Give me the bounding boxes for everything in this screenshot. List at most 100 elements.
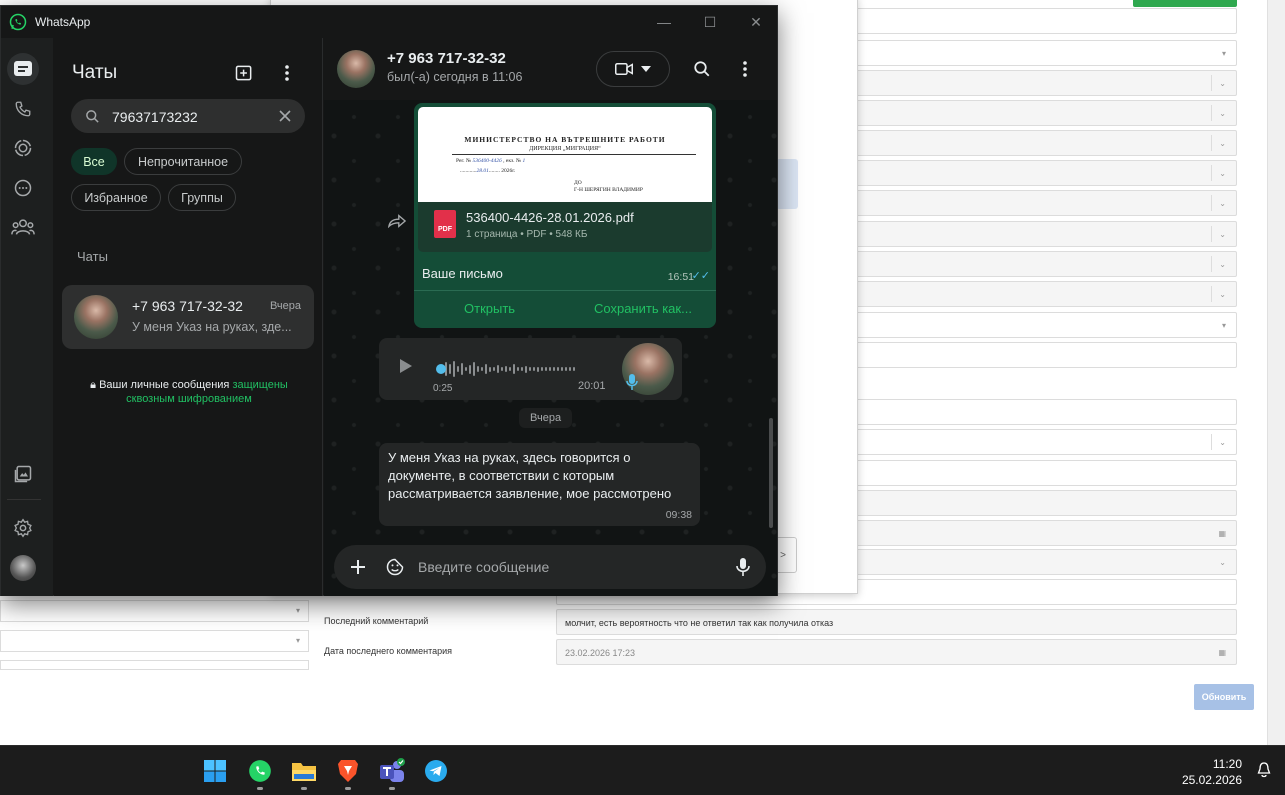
settings-icon <box>14 518 32 538</box>
profile-avatar[interactable] <box>10 555 36 581</box>
document-preview-to: ДО <box>574 180 582 186</box>
media-nav-button[interactable] <box>7 458 39 490</box>
voice-message[interactable]: 0:25 20:01 <box>379 338 682 400</box>
document-preview-reg-number: 536400-4426 <box>472 158 502 164</box>
contact-avatar[interactable] <box>337 50 375 88</box>
contact-name: +7 963 717-32-32 <box>387 50 506 67</box>
conversation-scrollbar[interactable] <box>769 418 773 528</box>
sticker-icon[interactable] <box>385 557 405 577</box>
chats-icon <box>14 61 32 76</box>
document-message[interactable]: МИНИСТЕРСТВО НА ВЪТРЕШНИТЕ РАБОТИ ДИРЕКЦ… <box>414 103 716 328</box>
play-icon <box>400 359 412 373</box>
minimize-button[interactable]: — <box>641 6 687 38</box>
crm-green-button[interactable] <box>1133 0 1237 7</box>
document-preview-recipient: Г-Н ШЕРЯГИН ВЛАДИМИР <box>574 187 643 193</box>
forward-button[interactable] <box>386 210 408 232</box>
date-separator: Вчера <box>519 408 573 428</box>
taskbar-telegram[interactable] <box>421 756 451 786</box>
incoming-message[interactable]: У меня Указ на руках, здесь говорится о … <box>379 443 700 526</box>
last-comment-date-field[interactable]: 23.02.2026 17:23 ▦ <box>556 639 1237 665</box>
notification-bell-icon[interactable] <box>1257 762 1271 778</box>
menu-icon <box>743 61 747 77</box>
taskbar-teams[interactable] <box>377 756 407 786</box>
communities-nav-button[interactable] <box>7 211 39 243</box>
search-icon <box>86 110 99 123</box>
encryption-note-text: Ваши личные сообщения <box>99 379 230 391</box>
taskbar-brave[interactable] <box>333 756 363 786</box>
chats-nav-button[interactable] <box>7 53 39 85</box>
new-chat-icon <box>235 65 252 81</box>
filter-groups[interactable]: Группы <box>168 184 236 211</box>
read-ticks-icon: ✓✓ <box>691 270 710 282</box>
contact-status: был(-а) сегодня в 11:06 <box>387 70 523 84</box>
taskbar-file-explorer[interactable] <box>289 756 319 786</box>
status-icon <box>14 139 32 157</box>
contact-avatar <box>74 295 118 339</box>
video-call-button[interactable] <box>596 51 670 87</box>
new-chat-button[interactable] <box>230 59 258 87</box>
voice-duration: 0:25 <box>433 383 453 394</box>
document-preview-reg-suffix: , екз. № <box>503 158 522 164</box>
clock-date: 25.02.2026 <box>1181 773 1242 787</box>
plus-icon[interactable] <box>350 559 366 575</box>
play-button[interactable] <box>399 358 413 379</box>
message-input[interactable]: Введите сообщение <box>418 559 549 575</box>
search-input[interactable]: 79637173232 <box>71 99 305 133</box>
save-as-button[interactable]: Сохранить как... <box>594 301 692 316</box>
message-composer[interactable]: Введите сообщение <box>334 545 766 589</box>
calendar-icon[interactable]: ▦ <box>1218 648 1226 657</box>
chat-list-menu-button[interactable] <box>273 59 301 87</box>
conversation-header[interactable]: +7 963 717-32-32 был(-а) сегодня в 11:06 <box>324 38 777 100</box>
search-in-chat-button[interactable] <box>688 55 716 83</box>
maximize-button[interactable]: ☐ <box>687 6 733 38</box>
start-button[interactable] <box>200 756 230 786</box>
clear-icon[interactable] <box>279 110 291 122</box>
settings-nav-button[interactable] <box>7 512 39 544</box>
conversation-menu-button[interactable] <box>731 55 759 83</box>
mic-icon[interactable] <box>736 557 750 577</box>
document-preview-reg-prefix: Рег. № <box>456 158 472 164</box>
document-preview-heading: МИНИСТЕРСТВО НА ВЪТРЕШНИТЕ РАБОТИ <box>464 135 666 144</box>
last-comment-field[interactable]: молчит, есть вероятность что не ответил … <box>556 609 1237 635</box>
message-time: 20:01 <box>578 380 606 392</box>
document-preview[interactable]: МИНИСТЕРСТВО НА ВЪТРЕШНИТЕ РАБОТИ ДИРЕКЦ… <box>418 107 712 202</box>
crm-scrollbar[interactable] <box>1267 0 1285 745</box>
chat-list-item[interactable]: +7 963 717-32-32 Вчера У меня Указ на ру… <box>62 285 314 349</box>
forward-icon <box>388 214 406 228</box>
document-preview-reg: Рег. № 536400-4426 , екз. № 1 <box>456 158 525 164</box>
encryption-note: 🔒︎ Ваши личные сообщения защищены сквозн… <box>79 378 299 406</box>
window-title: WhatsApp <box>35 15 91 29</box>
document-card[interactable]: PDF 536400-4426-28.01.2026.pdf 1 страниц… <box>418 202 712 252</box>
running-indicator <box>301 787 307 790</box>
message-text: У меня Указ на руках, здесь говорится о … <box>388 450 672 501</box>
document-preview-date: ............28.01........ 2026г. <box>460 168 516 174</box>
taskbar-whatsapp[interactable] <box>245 756 275 786</box>
update-button[interactable]: Обновить <box>1194 684 1254 710</box>
close-window-button[interactable]: ✕ <box>733 6 779 38</box>
status-nav-button[interactable] <box>7 132 39 164</box>
voice-waveform[interactable] <box>437 359 575 379</box>
document-filename: 536400-4426-28.01.2026.pdf <box>466 210 634 225</box>
document-preview-subheading: ДИРЕКЦИЯ „МИГРАЦИЯ“ <box>529 146 601 152</box>
crm-left-select[interactable] <box>0 660 309 670</box>
last-comment-date-label: Дата последнего комментария <box>324 646 453 656</box>
navigation-rail <box>1 38 53 596</box>
open-document-button[interactable]: Открыть <box>464 301 515 316</box>
system-clock[interactable]: 11:20 25.02.2026 <box>1182 756 1242 788</box>
calls-nav-button[interactable] <box>7 93 39 125</box>
filter-all[interactable]: Все <box>71 148 117 175</box>
last-comment-label: Последний комментарий <box>324 616 429 626</box>
message-time: 09:38 <box>665 509 692 521</box>
crm-left-select[interactable]: ▾ <box>0 630 309 652</box>
playback-position-handle[interactable] <box>436 364 446 374</box>
whatsapp-icon <box>9 13 27 31</box>
document-preview-date-hand: 28.01 <box>476 168 489 174</box>
title-bar[interactable]: WhatsApp — ☐ ✕ <box>1 6 777 38</box>
taskbar: 11:20 25.02.2026 <box>0 745 1285 795</box>
crm-left-select[interactable]: ▾ <box>0 600 309 622</box>
filter-unread[interactable]: Непрочитанное <box>124 148 242 175</box>
filter-favorites[interactable]: Избранное <box>71 184 161 211</box>
clock-time: 11:20 <box>1212 757 1242 771</box>
channels-nav-button[interactable] <box>7 172 39 204</box>
chat-preview: У меня Указ на руках, зде... <box>132 320 292 334</box>
